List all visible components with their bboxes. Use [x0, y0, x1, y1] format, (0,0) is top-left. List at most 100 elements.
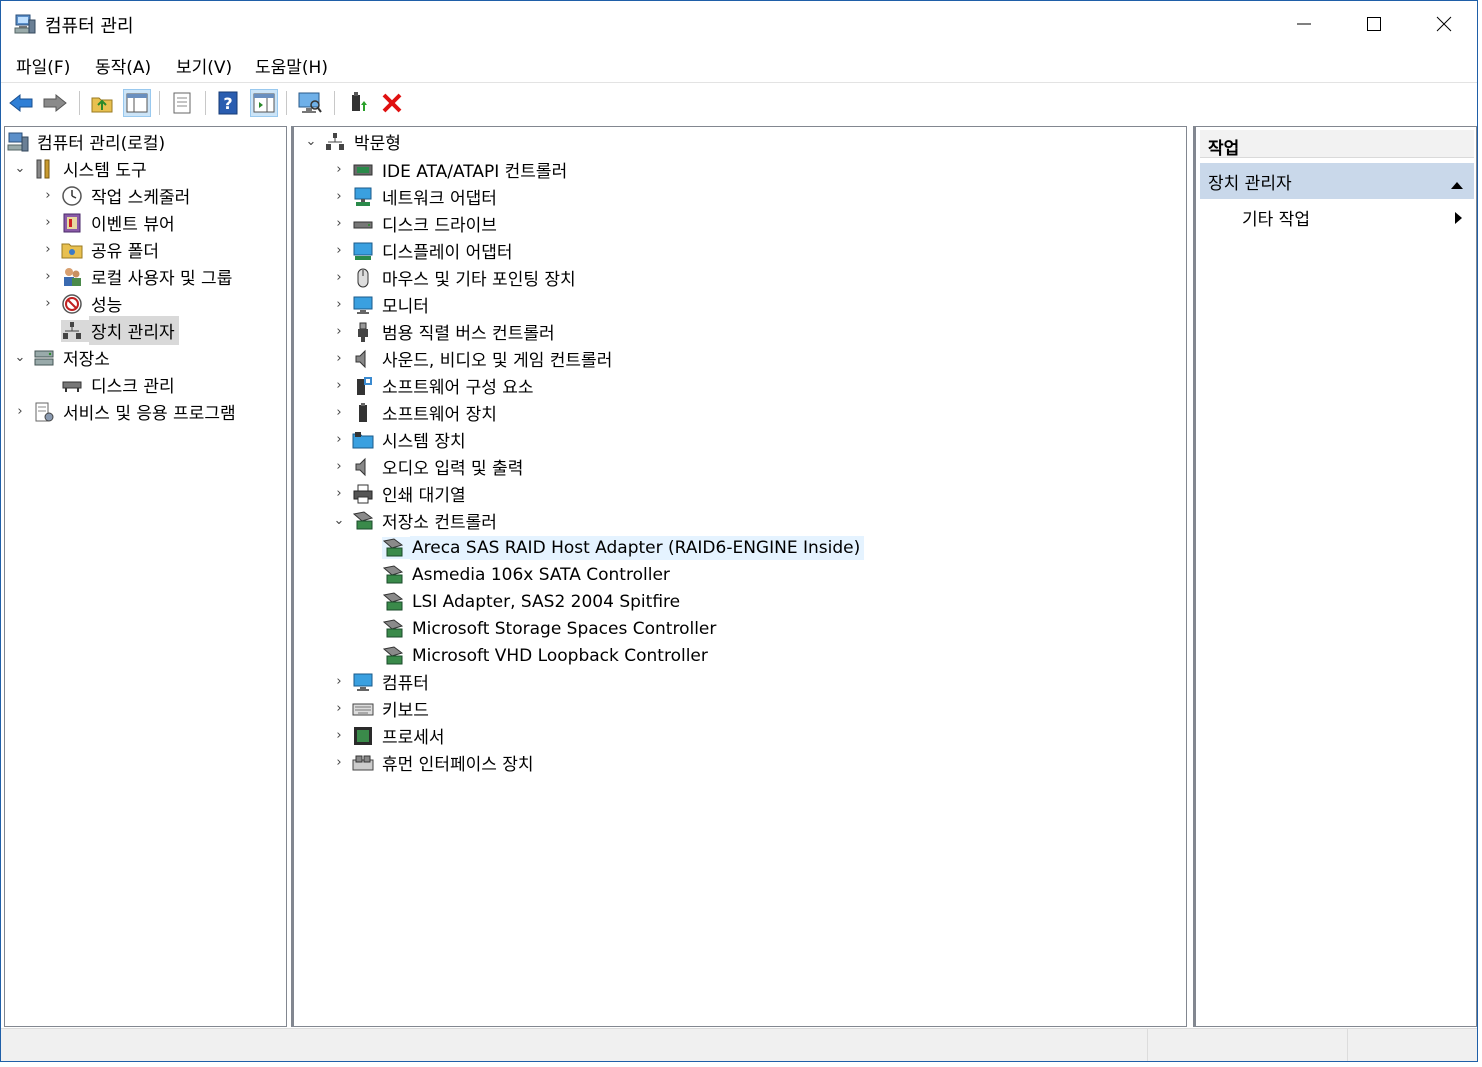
device-category-mouse[interactable]: › 마우스 및 기타 포인팅 장치: [330, 264, 580, 291]
device-ms-storage-spaces[interactable]: Microsoft Storage Spaces Controller: [382, 615, 720, 642]
device-category-ide[interactable]: › IDE ATA/ATAPI 컨트롤러: [330, 156, 571, 183]
actions-header: 작업: [1200, 130, 1474, 159]
show-hide-console-tree-button[interactable]: [123, 89, 151, 117]
chevron-right-icon[interactable]: ›: [330, 673, 348, 691]
tree-item-computer-management-local[interactable]: 컴퓨터 관리(로컬): [7, 128, 169, 155]
device-ms-vhd-loopback[interactable]: Microsoft VHD Loopback Controller: [382, 642, 712, 669]
device-label: 휴먼 인터페이스 장치: [382, 755, 534, 775]
device-category-software-components[interactable]: › 소프트웨어 구성 요소: [330, 372, 538, 399]
tree-label: 저장소: [63, 350, 110, 370]
chevron-right-icon[interactable]: ›: [330, 161, 348, 179]
tree-item-shared-folders[interactable]: › 공유 폴더: [39, 236, 163, 263]
device-category-hid[interactable]: › 휴먼 인터페이스 장치: [330, 749, 538, 776]
tree-item-device-manager[interactable]: 장치 관리자: [61, 316, 179, 345]
device-asmedia-sata[interactable]: Asmedia 106x SATA Controller: [382, 561, 674, 588]
device-lsi-adapter[interactable]: LSI Adapter, SAS2 2004 Spitfire: [382, 588, 684, 615]
tree-item-system-tools[interactable]: ⌄ 시스템 도구: [11, 155, 151, 182]
chevron-down-icon[interactable]: ⌄: [11, 349, 29, 367]
chevron-right-icon[interactable]: ›: [330, 188, 348, 206]
chevron-right-icon[interactable]: ›: [330, 431, 348, 449]
back-button[interactable]: [7, 89, 35, 117]
scan-hardware-button[interactable]: [296, 89, 324, 117]
chevron-right-icon[interactable]: ›: [11, 403, 29, 421]
menu-view[interactable]: 보기(V): [176, 53, 232, 78]
chevron-right-icon[interactable]: ›: [39, 268, 57, 286]
disk-drive-icon: [352, 213, 374, 235]
chevron-right-icon[interactable]: ›: [39, 187, 57, 205]
tree-item-performance[interactable]: › 성능: [39, 290, 126, 317]
device-category-keyboards[interactable]: › 키보드: [330, 695, 433, 722]
chevron-right-icon[interactable]: ›: [39, 241, 57, 259]
chevron-down-icon[interactable]: ⌄: [302, 133, 320, 151]
device-label: 시스템 장치: [382, 432, 466, 452]
up-level-button[interactable]: [88, 89, 116, 117]
device-category-usb[interactable]: › 범용 직렬 버스 컨트롤러: [330, 318, 559, 345]
maximize-button[interactable]: [1339, 1, 1409, 47]
tree-item-disk-management[interactable]: 디스크 관리: [61, 371, 179, 398]
chevron-right-icon[interactable]: ›: [330, 296, 348, 314]
status-divider: [1147, 1029, 1148, 1061]
device-category-storage-controllers[interactable]: ⌄ 저장소 컨트롤러: [330, 507, 501, 534]
chevron-right-icon[interactable]: ›: [330, 700, 348, 718]
tree-item-storage[interactable]: ⌄ 저장소: [11, 344, 114, 371]
device-root[interactable]: ⌄ 박문형: [302, 128, 405, 155]
device-areca-sas-raid[interactable]: Areca SAS RAID Host Adapter (RAID6-ENGIN…: [382, 534, 865, 561]
device-category-sound[interactable]: › 사운드, 비디오 및 게임 컨트롤러: [330, 345, 616, 372]
chevron-right-icon[interactable]: ›: [330, 350, 348, 368]
device-category-network[interactable]: › 네트워크 어댑터: [330, 183, 501, 210]
chevron-right-icon[interactable]: ›: [330, 404, 348, 422]
device-label: 오디오 입력 및 출력: [382, 459, 524, 479]
device-category-software-devices[interactable]: › 소프트웨어 장치: [330, 399, 501, 426]
device-label: Microsoft VHD Loopback Controller: [412, 645, 708, 666]
device-category-disk-drives[interactable]: › 디스크 드라이브: [330, 210, 501, 237]
device-label: 디스플레이 어댑터: [382, 243, 513, 263]
menu-file[interactable]: 파일(F): [16, 53, 70, 78]
update-driver-button[interactable]: [343, 89, 371, 117]
computer-management-icon: [13, 12, 37, 36]
console-tree-pane: 컴퓨터 관리(로컬) ⌄ 시스템 도구 › 작업 스케줄러 › 이벤트 뷰어 ›…: [4, 126, 287, 1027]
close-button[interactable]: [1409, 1, 1479, 47]
actions-section-device-manager[interactable]: 장치 관리자: [1200, 163, 1474, 199]
action-pane-icon: [253, 93, 275, 113]
device-category-print-queues[interactable]: › 인쇄 대기열: [330, 480, 470, 507]
device-category-display[interactable]: › 디스플레이 어댑터: [330, 237, 517, 264]
tree-item-local-users-groups[interactable]: › 로컬 사용자 및 그룹: [39, 263, 236, 290]
chevron-right-icon[interactable]: ›: [330, 323, 348, 341]
show-hide-action-pane-button[interactable]: [250, 89, 278, 117]
chevron-right-icon[interactable]: ›: [39, 295, 57, 313]
chevron-right-icon[interactable]: ›: [330, 485, 348, 503]
tree-item-event-viewer[interactable]: › 이벤트 뷰어: [39, 209, 179, 236]
submenu-arrow-icon[interactable]: [1454, 210, 1464, 230]
device-category-audio-io[interactable]: › 오디오 입력 및 출력: [330, 453, 527, 480]
tree-item-services-applications[interactable]: › 서비스 및 응용 프로그램: [11, 398, 240, 425]
shared-folder-icon: [61, 239, 83, 261]
chevron-right-icon[interactable]: ›: [330, 215, 348, 233]
chevron-right-icon[interactable]: ›: [330, 242, 348, 260]
device-category-system-devices[interactable]: › 시스템 장치: [330, 426, 470, 453]
collapse-up-icon[interactable]: [1450, 175, 1464, 195]
chevron-right-icon[interactable]: ›: [330, 754, 348, 772]
device-category-processors[interactable]: › 프로세서: [330, 722, 449, 749]
chevron-down-icon[interactable]: ⌄: [11, 160, 29, 178]
device-category-computer[interactable]: › 컴퓨터: [330, 668, 433, 695]
minimize-button[interactable]: [1269, 1, 1339, 47]
action-more-actions[interactable]: 기타 작업: [1242, 205, 1310, 230]
menu-action[interactable]: 동작(A): [95, 53, 151, 78]
tree-item-task-scheduler[interactable]: › 작업 스케줄러: [39, 182, 194, 209]
chevron-right-icon[interactable]: ›: [330, 458, 348, 476]
chevron-right-icon[interactable]: ›: [39, 214, 57, 232]
clock-icon: [61, 185, 83, 207]
help-button[interactable]: ?: [214, 89, 242, 117]
properties-button[interactable]: [168, 89, 196, 117]
device-label: LSI Adapter, SAS2 2004 Spitfire: [412, 591, 681, 612]
device-label: 디스크 드라이브: [382, 216, 497, 236]
forward-button[interactable]: [41, 89, 69, 117]
chevron-right-icon[interactable]: ›: [330, 377, 348, 395]
chevron-right-icon[interactable]: ›: [330, 269, 348, 287]
chevron-right-icon[interactable]: ›: [330, 727, 348, 745]
menu-help[interactable]: 도움말(H): [255, 53, 328, 78]
device-label: 프로세서: [382, 728, 445, 748]
chevron-down-icon[interactable]: ⌄: [330, 512, 348, 530]
uninstall-device-button[interactable]: [378, 89, 406, 117]
device-category-monitors[interactable]: › 모니터: [330, 291, 433, 318]
